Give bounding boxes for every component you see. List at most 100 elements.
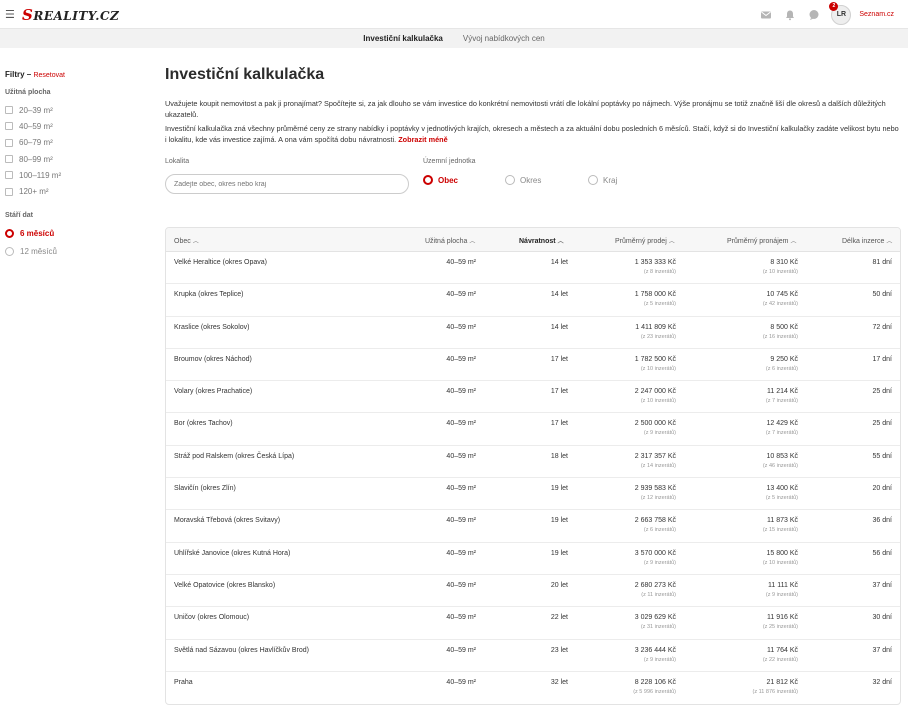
cell-pronajem-sub: (z 46 inzerátů): [762, 462, 798, 469]
col-header-plocha[interactable]: Užitná plocha ︿: [425, 236, 475, 245]
area-option-label: 100–119 m²: [19, 170, 62, 180]
checkbox[interactable]: [5, 138, 13, 147]
cell-obec[interactable]: Praha: [174, 679, 193, 686]
area-option-120-plus[interactable]: 120+ m²: [5, 183, 145, 199]
radio-button[interactable]: [5, 247, 14, 257]
cell-prodej-sub: (z 9 inzerátů): [643, 430, 676, 437]
cell-pronajem: 8 310 Kč: [770, 259, 798, 266]
table-row[interactable]: Velké Heraltice (okres Opava) 40–59 m² 14 …: [166, 252, 900, 285]
chat-icon[interactable]: [807, 8, 821, 22]
cell-navratnost: 19 let: [550, 517, 568, 525]
avatar[interactable]: 2 LR: [829, 1, 852, 25]
unit-option-okres[interactable]: Okres: [505, 175, 541, 185]
cell-obec[interactable]: Volary (okres Prachatice): [174, 388, 252, 395]
cell-obec[interactable]: Velké Opatovice (okres Blansko): [174, 582, 275, 589]
cell-delka: 55 dní: [872, 452, 892, 460]
table-row[interactable]: Moravská Třebová (okres Svitavy) 40–59 m²…: [166, 510, 900, 543]
cell-obec[interactable]: Kraslice (okres Sokolov): [174, 324, 249, 331]
unit-option-kraj[interactable]: Kraj: [588, 175, 617, 185]
cell-prodej: 2 247 000 Kč: [634, 388, 676, 396]
table-row[interactable]: Uhlířské Janovice (okres Kutná Hora) 40–5…: [166, 543, 900, 575]
area-option-20-39[interactable]: 20–39 m²: [5, 102, 145, 118]
cell-obec[interactable]: Velké Heraltice (okres Opava): [174, 259, 267, 266]
table-row[interactable]: Krupka (okres Teplice) 40–59 m² 14 let 1 75…: [166, 284, 900, 317]
filters-sidebar: Filtry – Resetovat Užitná plocha 20–39 m…: [5, 70, 145, 261]
col-header-obec[interactable]: Obec ︿: [174, 236, 199, 245]
checkbox[interactable]: [5, 122, 13, 131]
tab-investicni-kalkulacka[interactable]: Investiční kalkulačka: [363, 34, 443, 43]
cell-pronajem: 21 812 Kč: [766, 678, 798, 686]
intro-paragraph-2: Investiční kalkulačka zná všechny průměr…: [165, 123, 901, 145]
cell-obec[interactable]: Bor (okres Tachov): [174, 420, 233, 427]
table-row[interactable]: Slavičín (okres Zlín) 40–59 m² 19 let 2 939…: [166, 478, 900, 511]
age-option-label: 12 měsíců: [20, 247, 57, 257]
cell-pronajem-sub: (z 42 inzerátů): [762, 301, 798, 308]
table-row[interactable]: Kraslice (okres Sokolov) 40–59 m² 14 let 1 …: [166, 317, 900, 349]
reset-button[interactable]: Resetovat: [33, 72, 65, 79]
cell-obec[interactable]: Světlá nad Sázavou (okres Havlíčkův Brod…: [174, 647, 309, 654]
radio-button[interactable]: [588, 175, 598, 185]
menu-icon[interactable]: ☰: [5, 8, 15, 21]
cell-pronajem-sub: (z 7 inzerátů): [765, 430, 798, 437]
top-header: ☰ SREALITY.CZ 2 LR Seznam.cz: [0, 0, 908, 29]
cell-pronajem: 10 853 Kč: [766, 452, 798, 460]
cell-delka: 30 dní: [872, 614, 892, 622]
table-row[interactable]: Bor (okres Tachov) 40–59 m² 17 let 2 500 00…: [166, 413, 900, 446]
table-row[interactable]: Volary (okres Prachatice) 40–59 m² 17 let 2…: [166, 381, 900, 414]
radio-button[interactable]: [5, 229, 14, 239]
checkbox[interactable]: [5, 155, 13, 164]
radio-button[interactable]: [423, 175, 433, 185]
table-row[interactable]: Stráž pod Ralskem (okres Česká Lípa) 40–5…: [166, 446, 900, 479]
mail-icon[interactable]: [759, 8, 773, 22]
col-header-label: Průměrný pronájem: [727, 238, 789, 245]
header-icons: 2 LR Seznam.cz: [759, 0, 908, 29]
logo[interactable]: SREALITY.CZ: [22, 6, 119, 24]
cell-obec[interactable]: Uhlířské Janovice (okres Kutná Hora): [174, 550, 290, 557]
bell-icon[interactable]: [783, 8, 797, 22]
area-option-100-119[interactable]: 100–119 m²: [5, 167, 145, 183]
table-row[interactable]: Uničov (okres Olomouc) 40–59 m² 22 let 3 02…: [166, 607, 900, 640]
cell-obec[interactable]: Stráž pod Ralskem (okres Česká Lípa): [174, 453, 294, 460]
cell-obec[interactable]: Krupka (okres Teplice): [174, 291, 244, 298]
area-option-80-99[interactable]: 80–99 m²: [5, 151, 145, 167]
cell-pronajem-sub: (z 6 inzerátů): [765, 365, 798, 372]
table-row[interactable]: Broumov (okres Náchod) 40–59 m² 17 let 1 78…: [166, 349, 900, 382]
col-header-navratnost[interactable]: Návratnost ︿: [519, 236, 564, 245]
cell-obec[interactable]: Broumov (okres Náchod): [174, 356, 252, 363]
cell-navratnost: 17 let: [550, 355, 568, 363]
cell-obec[interactable]: Slavičín (okres Zlín): [174, 485, 236, 492]
col-header-prodej[interactable]: Průměrný prodej ︿: [615, 236, 675, 245]
sort-caret-icon: ︿: [886, 239, 893, 245]
cell-prodej: 1 353 333 Kč: [634, 259, 676, 266]
checkbox[interactable]: [5, 106, 13, 115]
area-heading: Užitná plocha: [5, 89, 51, 96]
locality-search-input[interactable]: [165, 174, 409, 194]
area-option-label: 80–99 m²: [19, 154, 53, 164]
radio-button[interactable]: [505, 175, 515, 185]
cell-obec[interactable]: Uničov (okres Olomouc): [174, 614, 249, 621]
age-option-12-months[interactable]: 12 měsíců: [5, 243, 145, 261]
table-row[interactable]: Světlá nad Sázavou (okres Havlíčkův Brod…: [166, 640, 900, 672]
area-option-60-79[interactable]: 60–79 m²: [5, 135, 145, 151]
table-row[interactable]: Velké Opatovice (okres Blansko) 40–59 m² 2…: [166, 575, 900, 608]
cell-prodej: 3 570 000 Kč: [634, 549, 676, 557]
cell-pronajem: 11 214 Kč: [766, 388, 798, 396]
tab-vyvoj-cen[interactable]: Vývoj nabídkových cen: [463, 34, 545, 43]
age-option-6-months[interactable]: 6 měsíců: [5, 225, 145, 243]
cell-prodej-sub: (z 5 inzerátů): [643, 301, 676, 308]
cell-prodej: 2 317 357 Kč: [634, 452, 676, 460]
cell-prodej-sub: (z 14 inzerátů): [640, 462, 676, 469]
cell-obec[interactable]: Moravská Třebová (okres Svitavy): [174, 517, 280, 524]
checkbox[interactable]: [5, 171, 13, 180]
show-less-link[interactable]: Zobrazit méně: [398, 135, 447, 144]
cell-prodej: 2 500 000 Kč: [634, 420, 676, 428]
cell-navratnost: 19 let: [550, 549, 568, 557]
checkbox[interactable]: [5, 187, 13, 196]
col-header-delka[interactable]: Délka inzerce ︿: [842, 236, 892, 245]
unit-option-obec[interactable]: Obec: [423, 175, 458, 185]
table-row[interactable]: Praha 40–59 m² 32 let 8 228 106 Kč (z 5 996 …: [166, 672, 900, 704]
area-option-40-59[interactable]: 40–59 m²: [5, 118, 145, 134]
seznam-link[interactable]: Seznam.cz: [859, 11, 894, 18]
cell-plocha: 40–59 m²: [446, 549, 476, 557]
col-header-pronajem[interactable]: Průměrný pronájem ︿: [727, 236, 796, 245]
